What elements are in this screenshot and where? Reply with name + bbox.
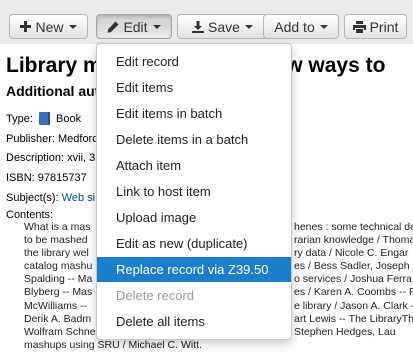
contents-line: mashups using SRU / Michael C. Witt. bbox=[24, 338, 202, 351]
plus-icon bbox=[20, 21, 32, 32]
menu-item-edit-as-new[interactable]: Edit as new (duplicate) bbox=[97, 231, 291, 256]
subjects-row: Subject(s): Web si bbox=[6, 192, 95, 204]
menu-item-edit-items-in-batch[interactable]: Edit items in batch bbox=[97, 101, 291, 126]
save-button[interactable]: Save bbox=[177, 14, 268, 39]
subjects-label: Subject(s): bbox=[6, 192, 59, 204]
contents-label: Contents: bbox=[6, 209, 54, 221]
type-row: Type: Book bbox=[6, 112, 81, 125]
isbn-value: 97815737 bbox=[37, 172, 87, 184]
edit-button-label: Edit bbox=[123, 18, 148, 35]
menu-item-upload-image[interactable]: Upload image bbox=[97, 205, 291, 230]
printer-icon bbox=[352, 20, 366, 33]
edit-button[interactable]: Edit bbox=[96, 14, 172, 39]
caret-down-icon bbox=[244, 24, 253, 29]
new-button-label: New bbox=[35, 18, 64, 35]
additional-authors: Additional auth bbox=[6, 83, 108, 99]
type-label: Type: bbox=[6, 113, 33, 125]
description-value: xvii, 3 bbox=[67, 152, 96, 164]
isbn-row: ISBN: 97815737 bbox=[6, 172, 87, 184]
type-value: Book bbox=[56, 113, 82, 125]
description-row: Description: xvii, 3 bbox=[6, 152, 95, 164]
menu-item-attach-item[interactable]: Attach item bbox=[97, 153, 291, 178]
description-label: Description: bbox=[6, 152, 65, 164]
publisher-row: Publisher: Medford bbox=[6, 133, 98, 145]
save-button-label: Save bbox=[208, 18, 240, 35]
toolbar: New Edit Save Add to Print bbox=[0, 0, 413, 44]
caret-down-icon bbox=[152, 24, 161, 29]
record-title-start: Library m bbox=[6, 54, 102, 77]
publisher-label: Publisher: bbox=[6, 133, 55, 145]
add-to-button-label: Add to bbox=[274, 18, 315, 35]
edit-dropdown-menu: Edit record Edit items Edit items in bat… bbox=[96, 43, 292, 340]
menu-item-edit-record[interactable]: Edit record bbox=[97, 49, 291, 74]
publisher-value: Medford bbox=[57, 133, 99, 145]
book-icon bbox=[38, 112, 50, 125]
menu-item-edit-items[interactable]: Edit items bbox=[97, 75, 291, 100]
menu-item-delete-items-in-batch[interactable]: Delete items in a batch bbox=[97, 127, 291, 152]
print-button-label: Print bbox=[369, 18, 399, 35]
menu-item-delete-all-items[interactable]: Delete all items bbox=[97, 309, 291, 334]
pencil-icon bbox=[107, 21, 119, 33]
add-to-button[interactable]: Add to bbox=[263, 14, 339, 39]
subject-link[interactable]: Web si bbox=[62, 192, 95, 204]
caret-down-icon bbox=[68, 24, 77, 29]
print-button[interactable]: Print bbox=[344, 14, 407, 39]
caret-down-icon bbox=[319, 24, 328, 29]
menu-item-link-to-host-item[interactable]: Link to host item bbox=[97, 179, 291, 204]
download-icon bbox=[192, 20, 205, 33]
isbn-label: ISBN: bbox=[6, 172, 35, 184]
menu-item-delete-record: Delete record bbox=[116, 288, 195, 303]
new-button[interactable]: New bbox=[9, 14, 88, 39]
menu-item-replace-record-z3950[interactable]: Replace record via Z39.50 bbox=[97, 257, 291, 282]
